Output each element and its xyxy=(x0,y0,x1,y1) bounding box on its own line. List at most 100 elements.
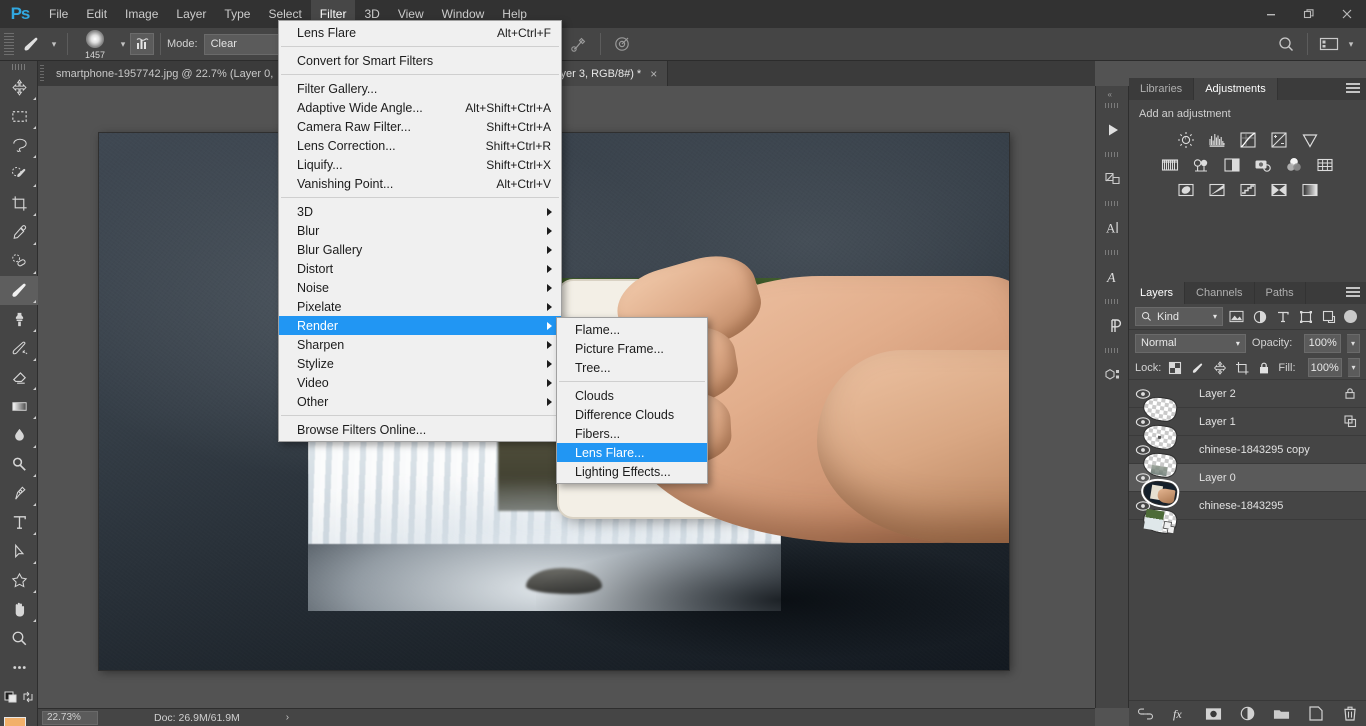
menu-item-blur[interactable]: Blur xyxy=(279,221,561,240)
posterize-icon[interactable] xyxy=(1207,180,1226,199)
smart-object-filter-icon[interactable] xyxy=(1319,307,1338,326)
quick-selection-tool[interactable] xyxy=(0,160,38,189)
document-tab-1[interactable]: smartphone-1957742.jpg @ 22.7% (Layer 0, xyxy=(46,61,285,86)
hue-saturation-icon[interactable] xyxy=(1161,155,1180,174)
submenu-item-picture-frame[interactable]: Picture Frame... xyxy=(557,339,707,358)
menu-item-noise[interactable]: Noise xyxy=(279,278,561,297)
threshold-icon[interactable] xyxy=(1238,180,1257,199)
character-styles-icon[interactable]: A xyxy=(1096,256,1130,298)
tab-paths[interactable]: Paths xyxy=(1255,282,1306,304)
lock-artboard-icon[interactable] xyxy=(1234,358,1250,377)
menu-item-3d[interactable]: 3D xyxy=(279,202,561,221)
zoom-level-input[interactable]: 22.73% xyxy=(42,710,98,725)
lock-image-pixels-icon[interactable] xyxy=(1190,358,1206,377)
paragraph-panel-icon[interactable] xyxy=(1096,305,1130,347)
layer-thumbnail[interactable] xyxy=(1141,506,1179,536)
symmetry-icon[interactable] xyxy=(607,31,637,57)
opacity-input[interactable]: 100% xyxy=(1304,333,1342,353)
tab-layers[interactable]: Layers xyxy=(1129,282,1186,304)
menu-item-convert-for-smart-filters[interactable]: Convert for Smart Filters xyxy=(279,51,561,70)
foreground-color-swatch[interactable] xyxy=(4,717,26,726)
tab-libraries[interactable]: Libraries xyxy=(1129,78,1195,100)
restore-icon[interactable] xyxy=(1290,0,1328,28)
zoom-tool[interactable] xyxy=(0,624,38,653)
move-tool[interactable] xyxy=(0,73,38,102)
submenu-item-fibers[interactable]: Fibers... xyxy=(557,424,707,443)
options-bar-grip[interactable] xyxy=(4,33,14,55)
menu-item-video[interactable]: Video xyxy=(279,373,561,392)
marquee-tool[interactable] xyxy=(0,102,38,131)
menu-item-liquify[interactable]: Liquify... Shift+Ctrl+X xyxy=(279,155,561,174)
rail-grip[interactable] xyxy=(1096,151,1128,158)
menu-item-filter-gallery[interactable]: Filter Gallery... xyxy=(279,79,561,98)
gradient-map-icon[interactable] xyxy=(1269,180,1288,199)
layer-filter-kind-select[interactable]: Kind ▾ xyxy=(1135,307,1223,326)
edit-toolbar-tool[interactable] xyxy=(0,653,38,682)
new-fill-adjustment-icon[interactable] xyxy=(1239,705,1257,723)
custom-shape-tool[interactable] xyxy=(0,566,38,595)
tab-adjustments[interactable]: Adjustments xyxy=(1194,78,1278,100)
rail-grip[interactable] xyxy=(1096,298,1128,305)
menu-item-vanishing-point[interactable]: Vanishing Point... Alt+Ctrl+V xyxy=(279,174,561,193)
lock-position-icon[interactable] xyxy=(1212,358,1228,377)
panel-menu-icon[interactable] xyxy=(1346,83,1360,95)
menu-image[interactable]: Image xyxy=(116,0,167,28)
menu-item-lens-flare[interactable]: Lens Flare Alt+Ctrl+F xyxy=(279,23,561,42)
3d-panel-icon[interactable] xyxy=(1096,158,1130,200)
submenu-item-lighting-effects[interactable]: Lighting Effects... xyxy=(557,462,707,481)
layer-filter-toggle[interactable] xyxy=(1344,310,1357,323)
submenu-item-clouds[interactable]: Clouds xyxy=(557,386,707,405)
rail-grip[interactable] xyxy=(1096,102,1128,109)
eraser-tool[interactable] xyxy=(0,363,38,392)
invert-icon[interactable] xyxy=(1176,180,1195,199)
submenu-item-tree[interactable]: Tree... xyxy=(557,358,707,377)
menu-item-adaptive-wide-angle[interactable]: Adaptive Wide Angle... Alt+Shift+Ctrl+A xyxy=(279,98,561,117)
rail-grip[interactable] xyxy=(1096,249,1128,256)
menu-item-browse-filters-online[interactable]: Browse Filters Online... xyxy=(279,420,561,439)
toggle-brush-panel-button[interactable] xyxy=(130,33,154,55)
brush-tool[interactable] xyxy=(0,276,38,305)
link-layers-icon[interactable] xyxy=(1137,705,1155,723)
blur-tool[interactable] xyxy=(0,421,38,450)
delete-layer-icon[interactable] xyxy=(1341,705,1359,723)
eyedropper-tool[interactable] xyxy=(0,218,38,247)
gradient-tool[interactable] xyxy=(0,392,38,421)
menu-file[interactable]: File xyxy=(40,0,77,28)
workspace-caret-icon[interactable]: ▾ xyxy=(1344,39,1358,50)
pixel-filter-icon[interactable] xyxy=(1227,307,1246,326)
brush-preset-caret-icon[interactable]: ▾ xyxy=(47,39,61,50)
tab-bar-grip[interactable] xyxy=(38,61,46,86)
add-layer-style-icon[interactable]: fx xyxy=(1171,705,1189,723)
submenu-item-flame[interactable]: Flame... xyxy=(557,320,707,339)
workspace-switcher-icon[interactable] xyxy=(1314,31,1344,57)
menu-type[interactable]: Type xyxy=(215,0,259,28)
rail-expand-icon[interactable]: « xyxy=(1096,86,1128,102)
menu-item-distort[interactable]: Distort xyxy=(279,259,561,278)
opacity-caret-icon[interactable]: ▾ xyxy=(1347,333,1360,353)
menu-item-stylize[interactable]: Stylize xyxy=(279,354,561,373)
color-balance-icon[interactable] xyxy=(1192,155,1211,174)
default-colors-and-swap[interactable] xyxy=(0,682,38,711)
brightness-contrast-icon[interactable] xyxy=(1176,130,1195,149)
color-lookup-icon[interactable] xyxy=(1316,155,1335,174)
crop-tool[interactable] xyxy=(0,189,38,218)
exposure-icon[interactable] xyxy=(1269,130,1288,149)
curves-icon[interactable] xyxy=(1238,130,1257,149)
character-panel-icon[interactable]: A xyxy=(1096,207,1130,249)
brush-tool-icon[interactable] xyxy=(17,31,47,57)
shape-filter-icon[interactable] xyxy=(1296,307,1315,326)
table-row[interactable]: Layer 2 xyxy=(1129,380,1366,424)
status-chevron-icon[interactable]: › xyxy=(286,712,289,723)
menu-item-other[interactable]: Other xyxy=(279,392,561,411)
menu-layer[interactable]: Layer xyxy=(167,0,215,28)
vibrance-icon[interactable] xyxy=(1300,130,1319,149)
adjustment-filter-icon[interactable] xyxy=(1250,307,1269,326)
black-white-icon[interactable] xyxy=(1223,155,1242,174)
render-submenu[interactable]: Flame... Picture Frame... Tree... Clouds… xyxy=(556,317,708,484)
lasso-tool[interactable] xyxy=(0,131,38,160)
submenu-item-difference-clouds[interactable]: Difference Clouds xyxy=(557,405,707,424)
pen-tool[interactable] xyxy=(0,479,38,508)
3d-properties-icon[interactable] xyxy=(1096,354,1130,396)
submenu-item-lens-flare[interactable]: Lens Flare... xyxy=(557,443,707,462)
fill-caret-icon[interactable]: ▾ xyxy=(1347,358,1361,377)
